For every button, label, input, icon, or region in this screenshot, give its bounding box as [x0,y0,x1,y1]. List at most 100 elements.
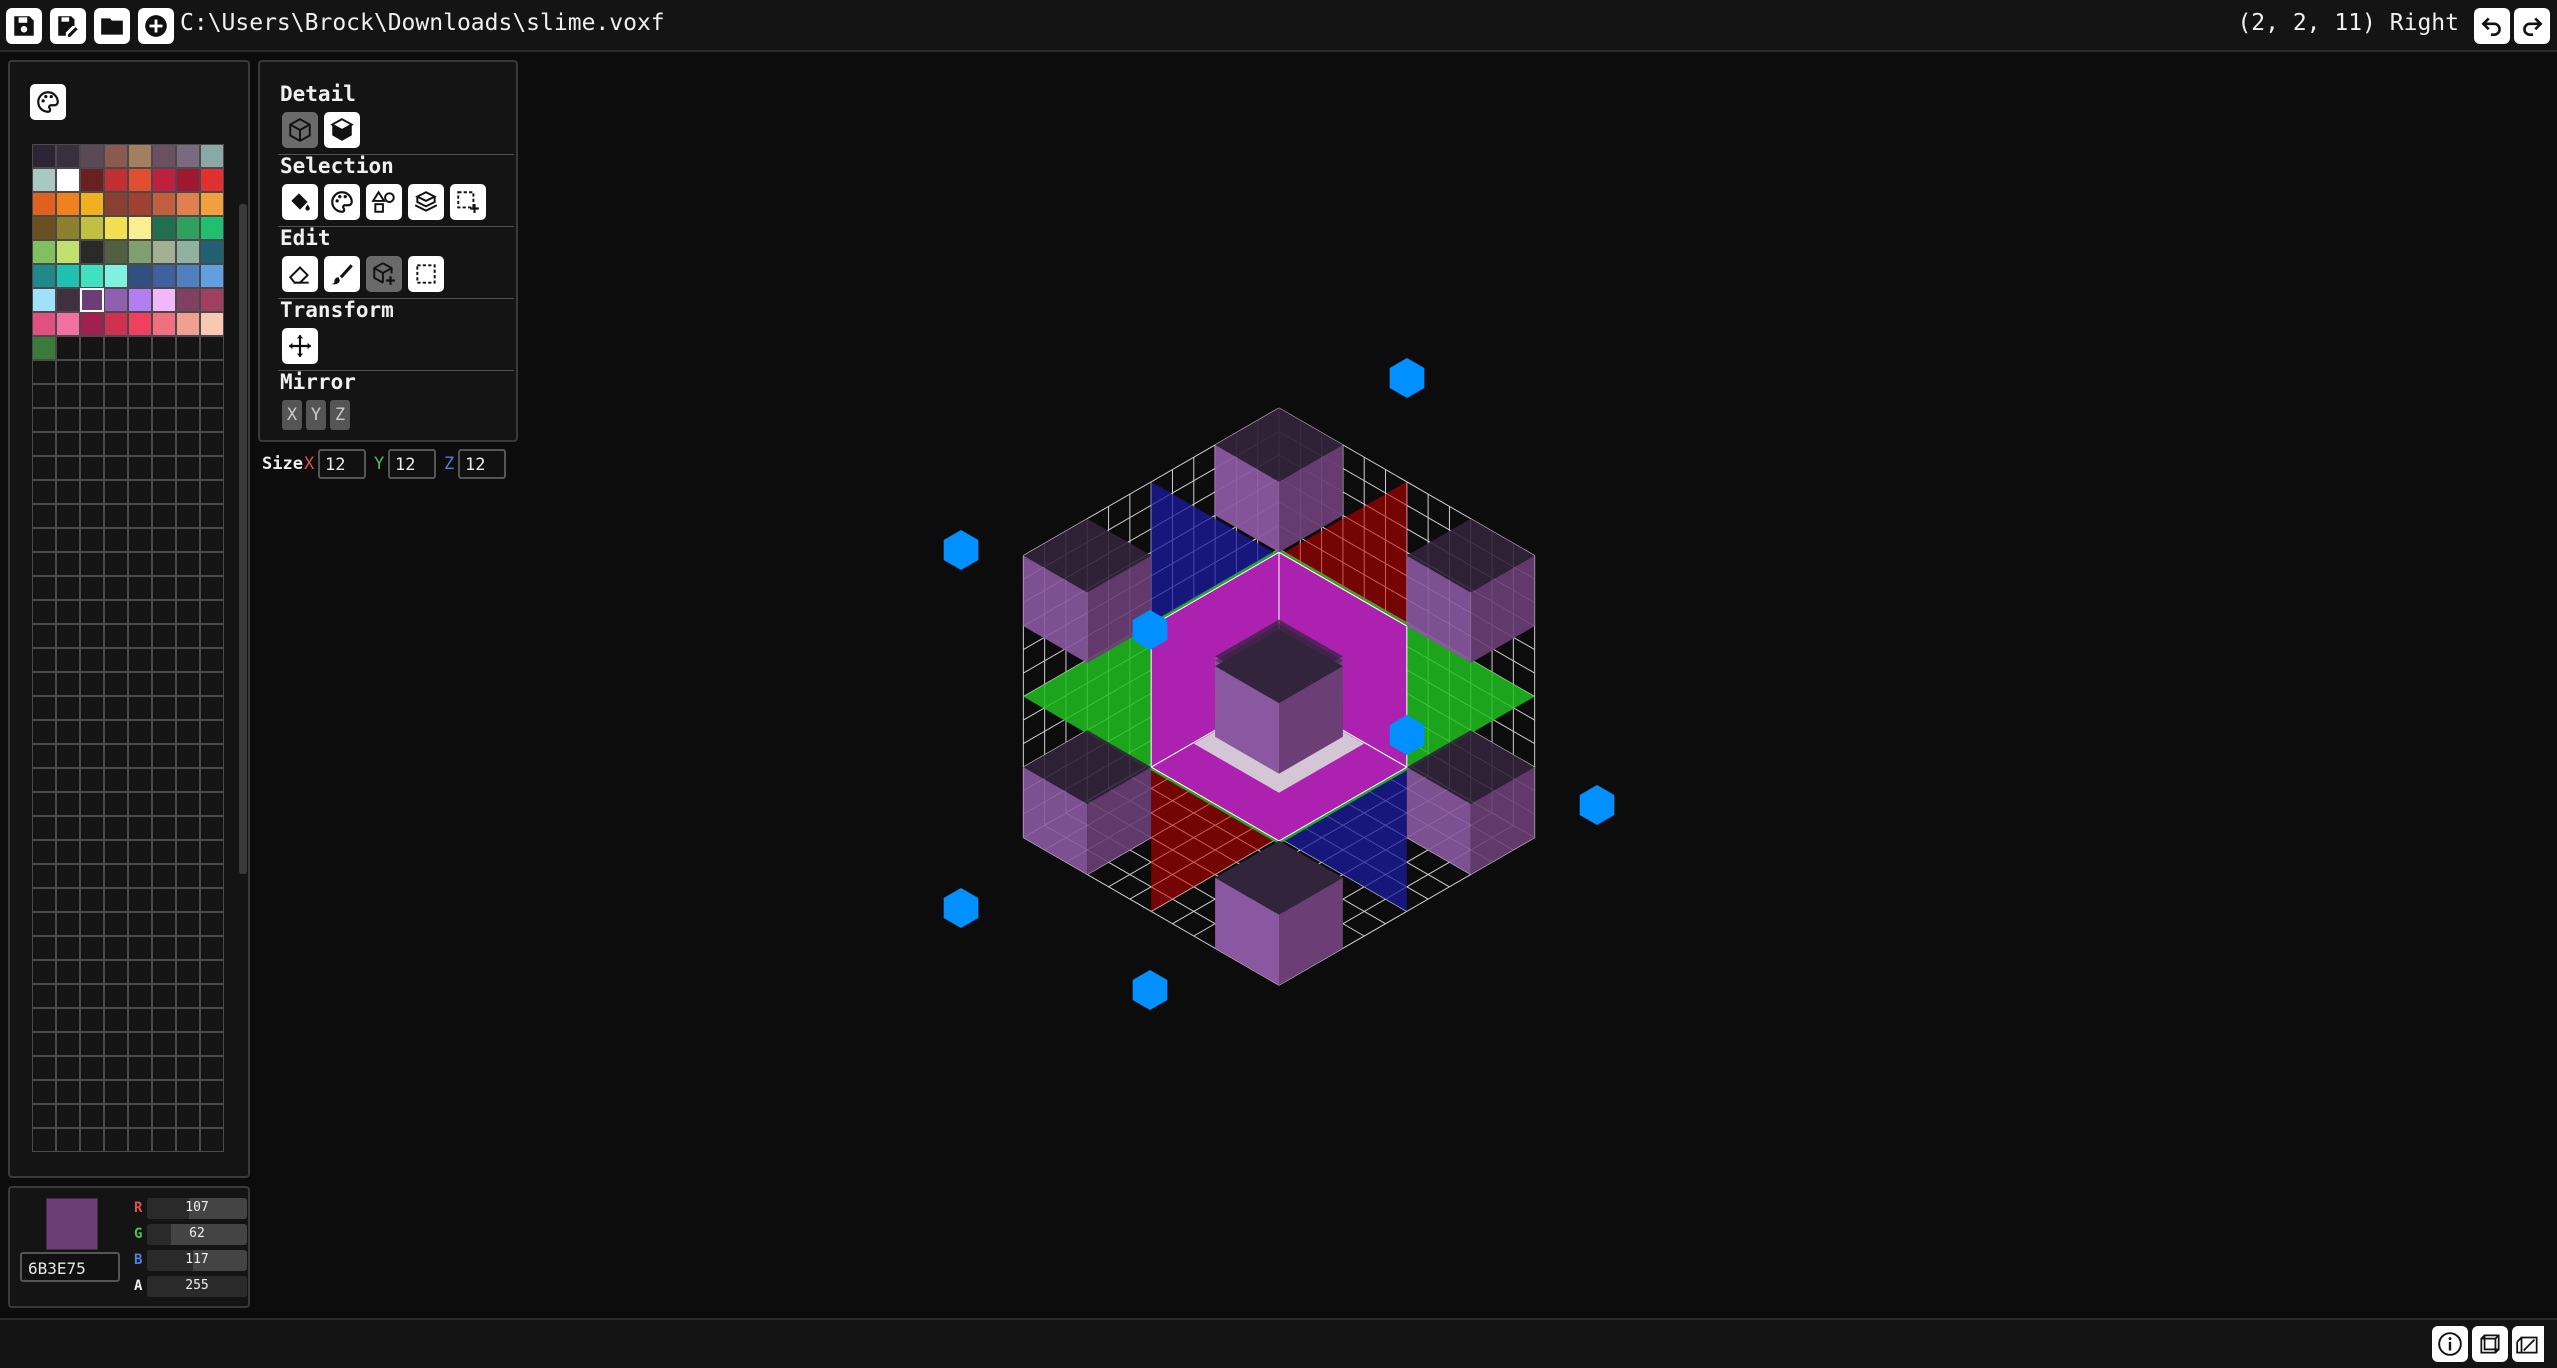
palette-empty-slot[interactable] [32,744,56,768]
palette-swatch[interactable] [32,168,56,192]
palette-empty-slot[interactable] [176,1008,200,1032]
palette-empty-slot[interactable] [152,360,176,384]
palette-empty-slot[interactable] [200,1128,224,1152]
palette-empty-slot[interactable] [80,384,104,408]
palette-empty-slot[interactable] [152,840,176,864]
palette-empty-slot[interactable] [80,1008,104,1032]
palette-empty-slot[interactable] [128,552,152,576]
palette-empty-slot[interactable] [152,792,176,816]
palette-empty-slot[interactable] [104,696,128,720]
palette-empty-slot[interactable] [32,456,56,480]
palette-empty-slot[interactable] [56,1104,80,1128]
palette-empty-slot[interactable] [56,720,80,744]
palette-empty-slot[interactable] [56,936,80,960]
palette-empty-slot[interactable] [200,768,224,792]
palette-empty-slot[interactable] [152,672,176,696]
mirror-z-toggle[interactable]: Z [330,400,350,430]
palette-empty-slot[interactable] [152,456,176,480]
undo-button[interactable] [2474,8,2510,44]
palette-swatch[interactable] [152,168,176,192]
palette-empty-slot[interactable] [80,936,104,960]
palette-empty-slot[interactable] [176,720,200,744]
palette-empty-slot[interactable] [128,384,152,408]
palette-empty-slot[interactable] [32,768,56,792]
palette-empty-slot[interactable] [200,696,224,720]
palette-empty-slot[interactable] [104,984,128,1008]
palette-empty-slot[interactable] [80,1104,104,1128]
palette-empty-slot[interactable] [128,624,152,648]
palette-swatch[interactable] [32,264,56,288]
palette-swatch[interactable] [32,216,56,240]
palette-empty-slot[interactable] [200,480,224,504]
palette-empty-slot[interactable] [80,600,104,624]
palette-empty-slot[interactable] [104,792,128,816]
hex-input[interactable]: 6B3E75 [20,1252,120,1282]
palette-swatch[interactable] [104,264,128,288]
palette-empty-slot[interactable] [104,816,128,840]
palette-empty-slot[interactable] [32,888,56,912]
size-y-input[interactable]: 12 [388,449,436,479]
palette-empty-slot[interactable] [200,576,224,600]
palette-empty-slot[interactable] [200,984,224,1008]
palette-empty-slot[interactable] [56,360,80,384]
palette-empty-slot[interactable] [56,1056,80,1080]
palette-empty-slot[interactable] [80,576,104,600]
redo-button[interactable] [2514,8,2550,44]
palette-empty-slot[interactable] [56,792,80,816]
palette-empty-slot[interactable] [32,792,56,816]
palette-empty-slot[interactable] [176,600,200,624]
palette-empty-slot[interactable] [128,672,152,696]
palette-empty-slot[interactable] [176,672,200,696]
palette-swatch[interactable] [200,264,224,288]
palette-empty-slot[interactable] [80,336,104,360]
palette-empty-slot[interactable] [56,408,80,432]
box-select-button[interactable] [408,256,444,292]
palette-empty-slot[interactable] [152,528,176,552]
palette-empty-slot[interactable] [128,912,152,936]
palette-empty-slot[interactable] [80,432,104,456]
palette-empty-slot[interactable] [176,648,200,672]
palette-empty-slot[interactable] [104,1032,128,1056]
palette-empty-slot[interactable] [200,912,224,936]
palette-swatch[interactable] [152,312,176,336]
move-button[interactable] [282,328,318,364]
palette-empty-slot[interactable] [56,1128,80,1152]
palette-empty-slot[interactable] [104,936,128,960]
palette-empty-slot[interactable] [80,408,104,432]
palette-empty-slot[interactable] [32,672,56,696]
palette-swatch[interactable] [128,192,152,216]
palette-empty-slot[interactable] [104,624,128,648]
palette-empty-slot[interactable] [152,864,176,888]
palette-swatch[interactable] [176,144,200,168]
palette-empty-slot[interactable] [32,984,56,1008]
palette-empty-slot[interactable] [56,624,80,648]
palette-empty-slot[interactable] [152,720,176,744]
palette-empty-slot[interactable] [200,672,224,696]
palette-empty-slot[interactable] [128,1104,152,1128]
palette-swatch[interactable] [128,216,152,240]
palette-empty-slot[interactable] [176,744,200,768]
palette-swatch[interactable] [200,312,224,336]
palette-swatch[interactable] [128,312,152,336]
palette-empty-slot[interactable] [80,1056,104,1080]
palette-empty-slot[interactable] [80,624,104,648]
palette-swatch[interactable] [56,192,80,216]
blue-slider[interactable]: 117 [147,1250,247,1271]
palette-empty-slot[interactable] [152,888,176,912]
palette-swatch[interactable] [200,192,224,216]
palette-empty-slot[interactable] [176,384,200,408]
palette-empty-slot[interactable] [176,360,200,384]
palette-empty-slot[interactable] [80,912,104,936]
view-perspective-button[interactable] [2472,1326,2508,1362]
detail-high-button[interactable] [324,112,360,148]
palette-empty-slot[interactable] [128,528,152,552]
palette-empty-slot[interactable] [152,1104,176,1128]
palette-empty-slot[interactable] [80,1080,104,1104]
brush-button[interactable] [324,256,360,292]
palette-empty-slot[interactable] [176,696,200,720]
palette-swatch[interactable] [200,168,224,192]
palette-empty-slot[interactable] [200,1056,224,1080]
palette-empty-slot[interactable] [80,504,104,528]
palette-empty-slot[interactable] [200,384,224,408]
palette-empty-slot[interactable] [176,792,200,816]
